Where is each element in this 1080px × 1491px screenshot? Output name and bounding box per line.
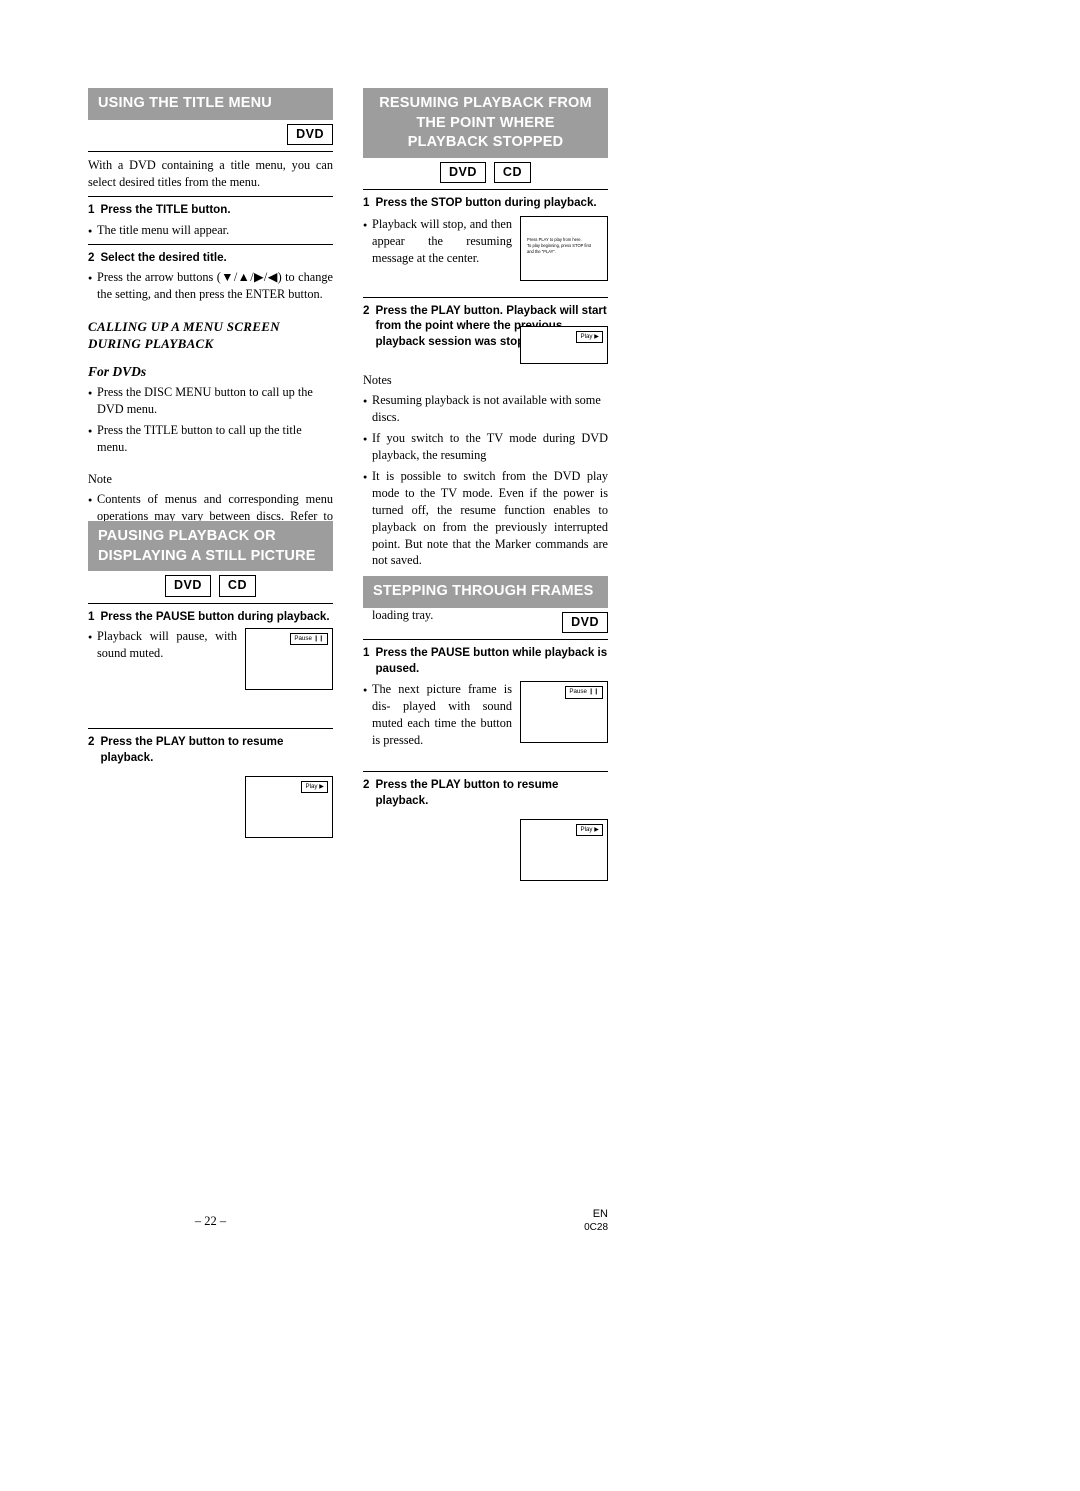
bullet-title-menu-appear: The title menu will appear. <box>88 222 333 240</box>
note-resume-not-available: Resuming playback is not available with … <box>363 392 608 426</box>
on-screen-resume-message: Press PLAY to play from here. To play be… <box>527 236 592 255</box>
divider <box>363 771 608 773</box>
divider <box>363 296 608 298</box>
tv-illustration-pause: Pause ❙❙ <box>245 628 333 691</box>
manual-page: USING THE TITLE MENU DVD With a DVD cont… <box>0 0 1080 1491</box>
divider <box>363 639 608 641</box>
subheading-calling-up-menu: CALLING UP A MENU SCREEN DURING PLAYBACK <box>88 319 333 353</box>
disc-badges-stepping: DVD <box>363 611 608 634</box>
left-column: USING THE TITLE MENU DVD With a DVD cont… <box>88 88 333 542</box>
page-number: – 22 – <box>194 1214 227 1228</box>
divider <box>88 196 333 197</box>
divider <box>88 728 333 730</box>
step-number: 1 <box>363 196 370 210</box>
step-1-title-menu: 1 Press the TITLE button. <box>88 202 333 218</box>
section-header-line1: RESUMING PLAYBACK FROM <box>379 95 592 111</box>
subheading-line1: CALLING UP A MENU SCREEN <box>88 319 280 335</box>
step-1-pausing: 1 Press the PAUSE button during playback… <box>88 609 333 625</box>
badge-cd: CD <box>493 161 531 184</box>
right-column: RESUMING PLAYBACK FROM THE POINT WHERE P… <box>363 88 608 624</box>
bullet-next-picture-frame: The next picture frame is dis- played wi… <box>363 681 512 749</box>
step-text: Press the STOP button during playback. <box>375 196 597 210</box>
badge-dvd: DVD <box>287 123 333 146</box>
badge-dvd: DVD <box>562 611 608 634</box>
section-header-line1: PAUSING PLAYBACK OR <box>98 528 276 544</box>
subheading-line2: DURING PLAYBACK <box>88 336 214 352</box>
on-screen-pause-button: Pause ❙❙ <box>290 633 328 646</box>
bullet-playback-pause: Playback will pause, with sound muted. <box>88 628 237 662</box>
section-header-line2: DISPLAYING A STILL PICTURE <box>98 547 316 564</box>
section-header-resuming-playback: RESUMING PLAYBACK FROM THE POINT WHERE P… <box>363 88 608 158</box>
step-number: 1 <box>88 609 95 623</box>
badge-cd: CD <box>218 575 256 597</box>
bullet-disc-menu-button: Press the DISC MENU button to call up th… <box>88 384 333 418</box>
divider <box>88 151 333 153</box>
footer-right: EN 0C28 <box>363 1208 608 1234</box>
on-screen-play-button: Play ▶ <box>301 780 328 793</box>
section-header-line2: THE POINT WHERE <box>416 114 555 131</box>
step-2-pausing: 2 Press the PLAY button to resume playba… <box>88 734 333 765</box>
step-text: Select the desired title. <box>100 250 227 264</box>
step-number: 2 <box>88 735 95 749</box>
note-label-menu-screen: Note <box>88 471 112 486</box>
note-dvd-play-mode: It is possible to switch from the DVD pl… <box>363 468 608 570</box>
on-screen-pause-button: Pause ❙❙ <box>565 686 603 699</box>
section-header-using-title-menu: USING THE TITLE MENU <box>88 88 333 120</box>
tv-illustration-resume-play: Play ▶ <box>520 325 608 364</box>
intro-paragraph-title-menu: With a DVD containing a title menu, you … <box>88 158 333 190</box>
divider <box>88 243 333 245</box>
on-screen-play-button: Play ▶ <box>576 823 603 836</box>
step-text: Press the PLAY button to resume playback… <box>375 778 559 807</box>
section-header-stepping-frames: STEPPING THROUGH FRAMES <box>363 576 608 608</box>
tv-illustration-step-play: Play ▶ <box>520 818 608 881</box>
step-text: Press the PAUSE button during playback. <box>100 609 330 623</box>
tv-illustration-step-pause: Pause ❙❙ <box>520 681 608 744</box>
section-stepping-frames: STEPPING THROUGH FRAMES DVD 1 Press the … <box>363 576 608 881</box>
section-header-line3: PLAYBACK STOPPED <box>407 134 564 151</box>
tv-illustration-play: Play ▶ <box>245 775 333 838</box>
step-number: 2 <box>88 250 95 264</box>
section-pausing-playback: PAUSING PLAYBACK OR DISPLAYING A STILL P… <box>88 521 333 838</box>
disc-badges-resuming: DVD CD <box>363 161 608 184</box>
step-2-title-menu: 2 Select the desired title. <box>88 250 333 266</box>
notes-label-resuming: Notes <box>363 372 392 387</box>
badge-dvd: DVD <box>165 575 211 597</box>
note-tv-mode-switch: If you switch to the TV mode during DVD … <box>363 430 608 464</box>
divider <box>88 602 333 604</box>
footer-language: EN <box>592 1208 608 1220</box>
subheading-for-dvds: For DVDs <box>88 363 147 379</box>
disc-badges-title-menu: DVD <box>88 123 333 146</box>
step-text: Press the PAUSE button while playback is… <box>375 646 608 675</box>
step-number: 2 <box>363 778 370 792</box>
footer-code: 0C28 <box>584 1221 608 1233</box>
step-number: 1 <box>363 646 370 660</box>
disc-badges-pausing: DVD CD <box>88 575 333 597</box>
step-1-stepping: 1 Press the PAUSE button while playback … <box>363 645 608 676</box>
divider <box>363 189 608 191</box>
tv-illustration-resume-message: Press PLAY to play from here. To play be… <box>520 215 608 281</box>
step-text: Press the PLAY button to resume playback… <box>100 735 284 764</box>
step-number: 1 <box>88 203 95 216</box>
step-number: 2 <box>363 303 370 317</box>
bullet-playback-stop-message: Playback will stop, and then appear the … <box>363 216 512 267</box>
step-text: Press the TITLE button. <box>100 203 231 216</box>
badge-dvd: DVD <box>440 161 486 184</box>
section-header-pausing-playback: PAUSING PLAYBACK OR DISPLAYING A STILL P… <box>88 521 333 572</box>
bullet-title-button: Press the TITLE button to call up the ti… <box>88 422 333 456</box>
step-1-resuming: 1 Press the STOP button during playback. <box>363 195 608 211</box>
step-2-stepping: 2 Press the PLAY button to resume playba… <box>363 777 608 808</box>
bullet-arrow-buttons: Press the arrow buttons (▼/▲/▶/◀) to cha… <box>88 269 333 303</box>
on-screen-play-button: Play ▶ <box>576 330 603 343</box>
